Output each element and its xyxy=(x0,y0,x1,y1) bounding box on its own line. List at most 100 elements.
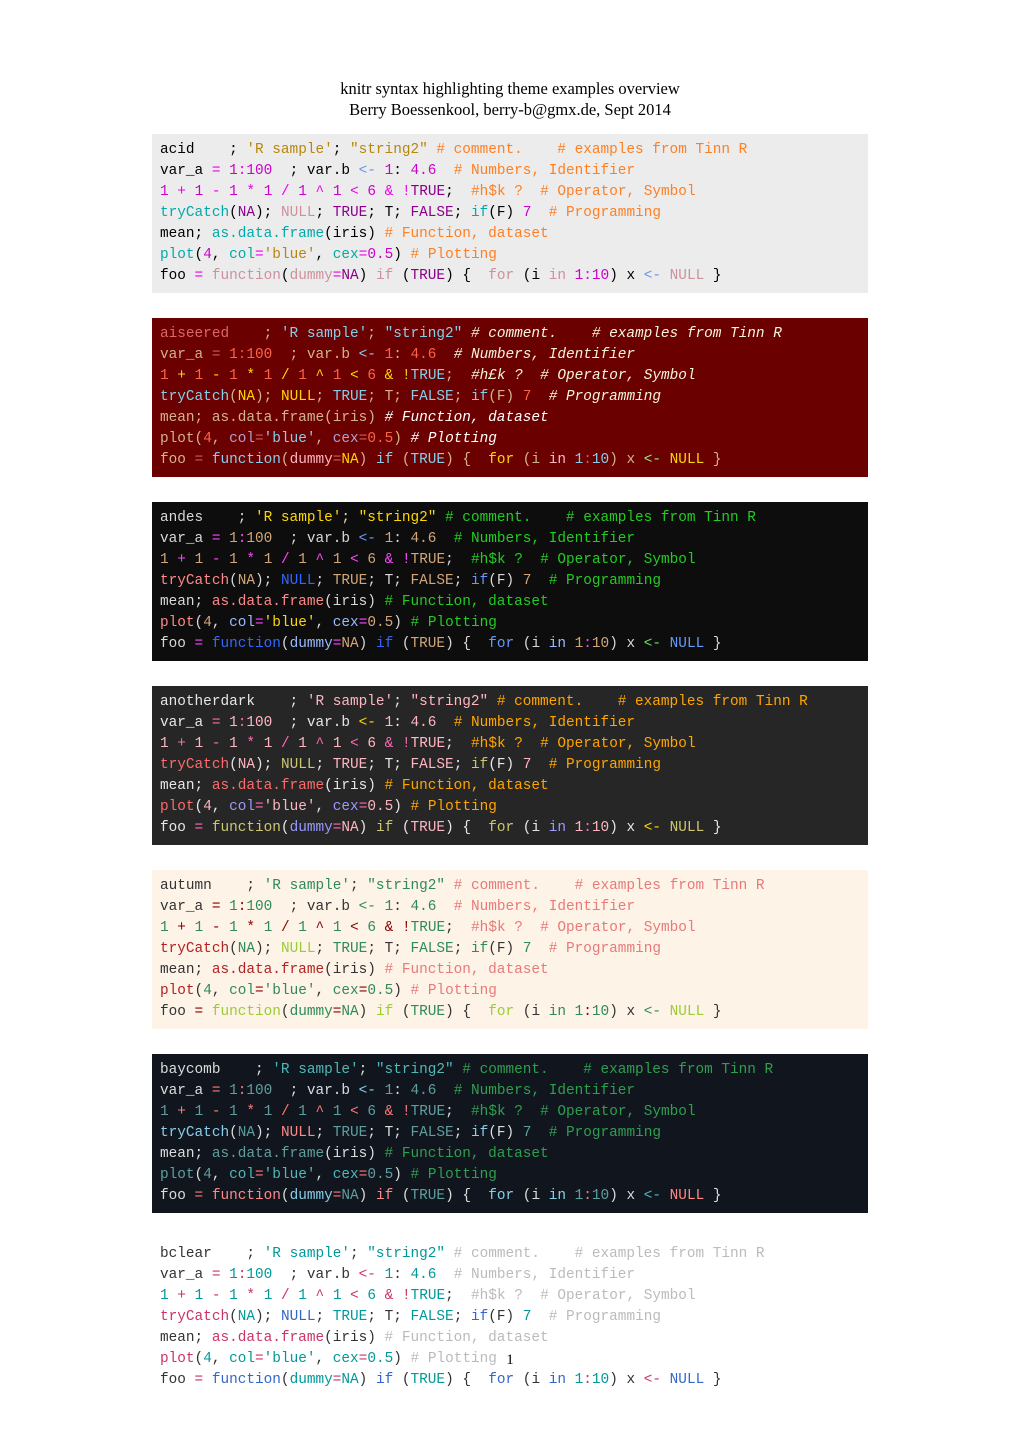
code-token: tryCatch xyxy=(160,1125,230,1141)
code-token: 'R sample' xyxy=(263,1246,351,1262)
code-token: FALSE xyxy=(410,205,454,221)
code-token: ( xyxy=(393,820,411,836)
code-token: 4 xyxy=(203,615,212,631)
code-token: (iris) xyxy=(324,1330,385,1346)
code-token: # comment. # examples from Tinn R xyxy=(453,1246,765,1262)
code-token: NA xyxy=(237,1309,256,1325)
code-token: 1 xyxy=(574,1188,584,1204)
code-token: foo xyxy=(160,1188,195,1204)
code-token: & xyxy=(376,920,402,936)
code-token: ; xyxy=(453,389,471,405)
code-token: ) xyxy=(358,268,376,284)
code-token: 'R sample' xyxy=(246,142,333,158)
code-token: 1 xyxy=(229,368,238,384)
code-token: ( xyxy=(229,757,238,773)
code-token: 1 xyxy=(229,920,238,936)
code-line: foo = function(dummy=NA) if (TRUE) { for… xyxy=(160,634,860,655)
code-token: < xyxy=(341,1288,368,1304)
code-token: dummy xyxy=(289,636,333,652)
code-token: foo xyxy=(160,820,195,836)
code-token: 10 xyxy=(591,820,610,836)
code-token: ; T; xyxy=(367,573,411,589)
code-token: * xyxy=(237,1288,264,1304)
code-token: mean; xyxy=(160,226,212,242)
code-line: var_a = 1:100 ; var.b <- 1: 4.6 # Number… xyxy=(160,897,860,918)
code-token: ); xyxy=(255,205,281,221)
code-token: #h$k ? # Operator, Symbol xyxy=(471,920,696,936)
code-token: tryCatch xyxy=(160,941,230,957)
code-token: # Programming xyxy=(548,573,661,589)
code-token: cex xyxy=(332,983,359,999)
code-line: mean; as.data.frame(iris) # Function, da… xyxy=(160,960,860,981)
code-token: , xyxy=(211,615,230,631)
code-token: # Numbers, Identifier xyxy=(453,163,636,179)
code-token: 1 xyxy=(194,184,204,200)
theme-examples-list: acid ; 'R sample'; "string2" # comment. … xyxy=(0,134,1020,1397)
code-token: 4.6 xyxy=(410,347,437,363)
code-token: ( xyxy=(280,1188,290,1204)
code-token: in xyxy=(548,1372,566,1388)
code-token: if xyxy=(470,1309,489,1325)
code-line: mean; as.data.frame(iris) # Function, da… xyxy=(160,776,860,797)
code-token: plot xyxy=(160,615,195,631)
code-token: if xyxy=(375,452,394,468)
code-token: 'blue' xyxy=(263,247,316,263)
code-token: ^ xyxy=(306,1104,333,1120)
code-token: #h$k ? # Operator, Symbol xyxy=(471,184,696,200)
code-token: : xyxy=(393,715,411,731)
code-token: ) xyxy=(358,820,376,836)
code-token: ; xyxy=(393,694,411,710)
code-token: for xyxy=(488,1004,515,1020)
code-token: plot xyxy=(160,247,195,263)
code-token: in xyxy=(548,636,566,652)
code-token: foo xyxy=(160,1004,195,1020)
code-token: - xyxy=(203,368,230,384)
code-token: # Programming xyxy=(548,1309,661,1325)
code-token: + xyxy=(168,1288,195,1304)
code-token: ; var.b xyxy=(272,1083,359,1099)
code-line: plot(4, col='blue', cex=0.5) # Plotting xyxy=(160,981,860,1002)
code-token: if xyxy=(470,1125,489,1141)
code-block-aiseered: aiseered ; 'R sample'; "string2" # comme… xyxy=(152,318,868,477)
code-line: foo = function(dummy=NA) if (TRUE) { for… xyxy=(160,818,860,839)
code-token: } xyxy=(704,268,722,284)
code-token: for xyxy=(488,268,515,284)
code-token: <- xyxy=(643,820,662,836)
code-token: <- xyxy=(358,163,376,179)
code-token: : xyxy=(583,268,592,284)
code-token: : xyxy=(583,1188,592,1204)
code-token: # Plotting xyxy=(410,983,497,999)
code-token: NULL xyxy=(669,1004,705,1020)
code-token: 1 xyxy=(194,1104,204,1120)
code-token: cex xyxy=(332,1167,359,1183)
code-token: TRUE xyxy=(410,1004,446,1020)
code-token: ; xyxy=(358,1062,376,1078)
code-token: # Plotting xyxy=(410,799,497,815)
code-token: 1 xyxy=(160,552,169,568)
code-token: ) xyxy=(393,983,411,999)
code-token: ; var.b xyxy=(272,163,359,179)
code-token: / xyxy=(272,184,299,200)
code-line: baycomb ; 'R sample'; "string2" # commen… xyxy=(160,1060,860,1081)
code-token: FALSE xyxy=(410,389,454,405)
code-token: col xyxy=(229,247,256,263)
code-token: ( xyxy=(393,268,411,284)
code-token: = xyxy=(194,820,204,836)
code-token: NULL xyxy=(280,1125,316,1141)
code-token: 4.6 xyxy=(410,531,437,547)
code-token: (F) xyxy=(488,757,523,773)
code-token: (F) xyxy=(488,389,523,405)
code-token: as.data.frame xyxy=(211,962,325,978)
code-line: tryCatch(NA); NULL; TRUE; T; FALSE; if(F… xyxy=(160,939,860,960)
code-token: ! xyxy=(401,736,411,752)
code-token: 1 xyxy=(384,347,394,363)
code-token: if xyxy=(470,941,489,957)
code-token: mean; xyxy=(160,778,212,794)
